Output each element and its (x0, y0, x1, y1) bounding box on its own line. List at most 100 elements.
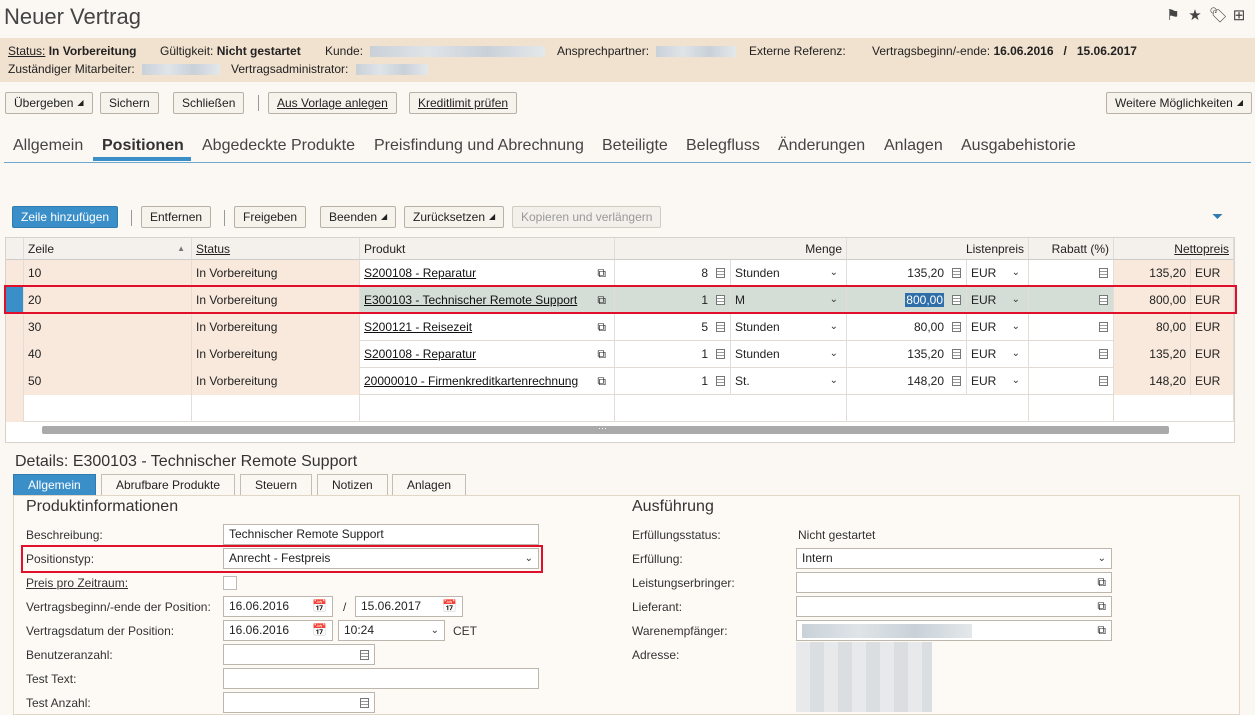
more-options-button[interactable]: Weitere Möglichkeiten ◢ (1106, 92, 1252, 114)
value-help-icon[interactable] (716, 322, 725, 332)
product-link[interactable]: 20000010 - Firmenkreditkartenrechnung (364, 374, 578, 388)
end-button[interactable]: Beenden ◢ (320, 206, 397, 228)
open-product-icon[interactable]: ⧉ (597, 260, 606, 286)
chevron-down-icon[interactable]: ⌄ (830, 341, 838, 367)
cell-unit[interactable]: St. ⌄ (731, 368, 847, 395)
tab-ausgabehistorie[interactable]: Ausgabehistorie (961, 137, 1076, 155)
cell-price[interactable]: 148,20 (847, 368, 967, 395)
chevron-down-icon[interactable]: ⌄ (1012, 260, 1020, 286)
value-help-icon[interactable] (716, 349, 725, 359)
value-help-icon[interactable] (1099, 268, 1108, 278)
cell-price[interactable]: 135,20 (847, 341, 967, 368)
recipient-field[interactable]: ⧉ (796, 620, 1112, 641)
value-help-icon[interactable] (716, 268, 725, 278)
cell-price[interactable]: 135,20 (847, 260, 967, 287)
contract-date-field[interactable]: 16.06.2016 📅 (223, 620, 333, 641)
chevron-down-icon[interactable]: ⌄ (1012, 314, 1020, 340)
calendar-icon[interactable]: 📅 (312, 621, 327, 640)
open-icon[interactable]: ⧉ (1097, 573, 1106, 592)
value-help-icon[interactable] (952, 376, 961, 386)
chevron-down-icon[interactable]: ⌄ (431, 621, 439, 640)
chevron-down-icon[interactable]: ⌄ (830, 260, 838, 286)
cell-quantity[interactable]: 5 (615, 314, 731, 341)
open-icon[interactable]: ⧉ (1097, 621, 1106, 640)
col-product-header[interactable]: Produkt (360, 238, 615, 260)
table-row[interactable]: 30 In Vorbereitung S200121 - Reisezeit ⧉ … (6, 314, 1234, 341)
cell-discount[interactable] (1029, 368, 1114, 395)
col-status-header[interactable]: Status (192, 238, 360, 260)
close-button[interactable]: Schließen (173, 92, 245, 114)
detail-tab-notizen[interactable]: Notizen (317, 474, 388, 496)
tab-positionen[interactable]: Positionen (102, 137, 184, 155)
col-discount-header[interactable]: Rabatt (%) (1029, 238, 1114, 260)
cell-unit[interactable]: Stunden ⌄ (731, 314, 847, 341)
save-button[interactable]: Sichern (100, 92, 159, 114)
cell-quantity[interactable]: 1 (615, 341, 731, 368)
col-listprice-header[interactable]: Listenpreis (847, 238, 1029, 260)
detail-tab-allgemein[interactable]: Allgemein (13, 474, 96, 496)
cell-currency[interactable]: EUR ⌄ (967, 341, 1029, 368)
value-help-icon[interactable] (952, 268, 961, 278)
cell-price[interactable]: 80,00 (847, 314, 967, 341)
col-netprice-header[interactable]: Nettopreis (1114, 238, 1234, 260)
cell-currency[interactable]: EUR ⌄ (967, 314, 1029, 341)
cell-unit[interactable]: Stunden ⌄ (731, 260, 847, 287)
cell-discount[interactable] (1029, 260, 1114, 287)
chevron-down-icon[interactable]: ⌄ (830, 314, 838, 340)
col-line-header[interactable]: Zeile ▲ (24, 238, 192, 260)
product-link[interactable]: S200108 - Reparatur (364, 347, 476, 361)
value-help-icon[interactable] (360, 698, 369, 708)
cell-quantity[interactable]: 1 (615, 368, 731, 395)
row-selector[interactable] (6, 341, 24, 368)
create-from-template-button[interactable]: Aus Vorlage anlegen (268, 92, 397, 114)
value-help-icon[interactable] (716, 376, 725, 386)
add-document-icon[interactable]: ⊞ (1231, 8, 1247, 24)
price-per-period-checkbox[interactable] (223, 576, 237, 590)
row-selector[interactable] (6, 314, 24, 341)
calendar-icon[interactable]: 📅 (442, 597, 457, 616)
product-link[interactable]: S200108 - Reparatur (364, 266, 476, 280)
position-end-date[interactable]: 15.06.2017 📅 (355, 596, 463, 617)
user-count-field[interactable] (223, 644, 375, 665)
tag-icon[interactable]: 🏷 (1209, 8, 1228, 24)
position-start-date[interactable]: 16.06.2016 📅 (223, 596, 333, 617)
check-credit-limit-button[interactable]: Kreditlimit prüfen (409, 92, 518, 114)
calendar-icon[interactable]: 📅 (312, 597, 327, 616)
cell-currency[interactable]: EUR ⌄ (967, 260, 1029, 287)
cell-discount[interactable] (1029, 341, 1114, 368)
row-selector[interactable] (6, 395, 24, 422)
open-product-icon[interactable]: ⧉ (597, 368, 606, 394)
service-provider-field[interactable]: ⧉ (796, 572, 1112, 593)
star-icon[interactable]: ★ (1187, 8, 1203, 24)
product-link[interactable]: S200121 - Reisezeit (364, 320, 472, 334)
table-row-empty[interactable] (6, 395, 1234, 422)
value-help-icon[interactable] (1099, 376, 1108, 386)
tab-aenderungen[interactable]: Änderungen (778, 137, 865, 155)
chevron-down-icon[interactable]: ⌄ (1012, 341, 1020, 367)
table-row[interactable]: 10 In Vorbereitung S200108 - Reparatur ⧉ … (6, 260, 1234, 287)
value-help-icon[interactable] (360, 650, 369, 660)
table-row[interactable]: 50 In Vorbereitung 20000010 - Firmenkred… (6, 368, 1234, 395)
flag-icon[interactable]: ⚑ (1165, 8, 1181, 24)
submit-button[interactable]: Übergeben ◢ (5, 92, 93, 114)
tab-anlagen[interactable]: Anlagen (884, 137, 943, 155)
release-button[interactable]: Freigeben (234, 206, 307, 228)
detail-tab-steuern[interactable]: Steuern (240, 474, 313, 496)
remove-button[interactable]: Entfernen (141, 206, 212, 228)
test-text-field[interactable] (223, 668, 539, 689)
open-product-icon[interactable]: ⧉ (597, 314, 606, 340)
contract-time-field[interactable]: 10:24 ⌄ (338, 620, 445, 641)
value-help-icon[interactable] (1099, 322, 1108, 332)
filter-icon[interactable]: ⏷ (1212, 208, 1223, 225)
open-icon[interactable]: ⧉ (1097, 597, 1106, 616)
tab-abgedeckte-produkte[interactable]: Abgedeckte Produkte (202, 137, 355, 155)
horizontal-scrollbar[interactable]: ⋯ (42, 423, 1169, 434)
tab-preisfindung[interactable]: Preisfindung und Abrechnung (374, 137, 584, 155)
tab-beteiligte[interactable]: Beteiligte (602, 137, 668, 155)
cell-quantity[interactable]: 8 (615, 260, 731, 287)
chevron-down-icon[interactable]: ⌄ (1012, 368, 1020, 394)
cell-currency[interactable]: EUR ⌄ (967, 368, 1029, 395)
col-quantity-header[interactable]: Menge (615, 238, 847, 260)
cell-discount[interactable] (1029, 314, 1114, 341)
test-count-field[interactable] (223, 692, 375, 713)
